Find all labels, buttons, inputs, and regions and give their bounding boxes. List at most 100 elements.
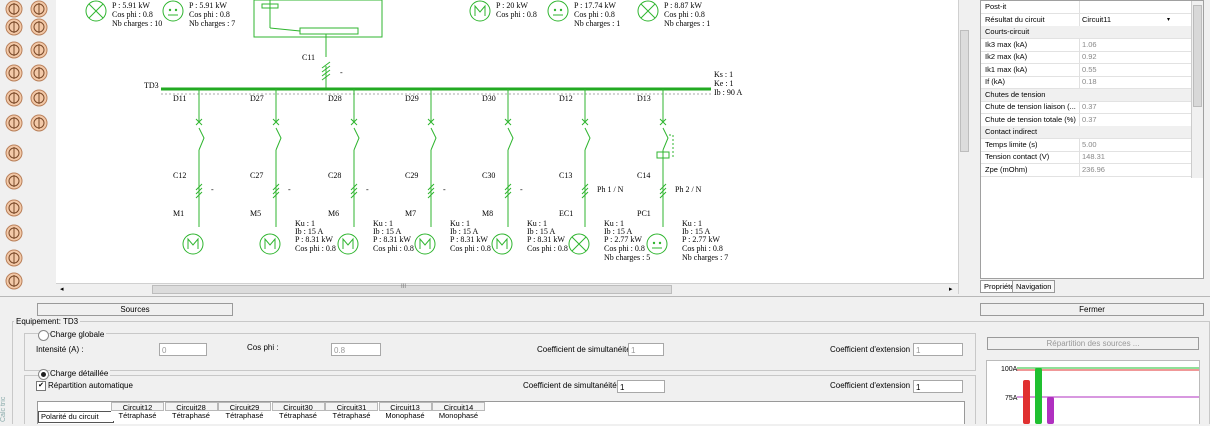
property-row[interactable]: Ik3 max (kA) 1.06 — [981, 38, 1191, 52]
top-load-1[interactable] — [162, 0, 184, 22]
table-row-header[interactable]: Polarité du circuit — [38, 411, 114, 423]
busbar-label[interactable]: TD3 — [144, 81, 159, 90]
top-load-power: P : 20 kW — [496, 1, 528, 10]
top-load-3[interactable] — [547, 0, 569, 22]
properties-scrollbar[interactable] — [1191, 1, 1203, 179]
property-row[interactable]: Zpe (mOhm) 236.96 — [981, 163, 1191, 177]
property-label: Ik2 max (kA) — [985, 52, 1028, 61]
circuit-M1[interactable]: D11 C12 - M1 — [173, 89, 214, 255]
charge-detaillee-radio[interactable] — [38, 369, 49, 380]
property-row[interactable]: Ik1 max (kA) 0.55 — [981, 63, 1191, 77]
circuit-M8[interactable]: D30C30-M8Ku : 1Ib : 15 AP : 8.31 kWCos p… — [482, 89, 568, 255]
property-row[interactable]: Tension contact (V) 148.31 — [981, 151, 1191, 164]
property-row[interactable]: Ik2 max (kA) 0.92 — [981, 51, 1191, 64]
top-load-2[interactable] — [469, 0, 491, 22]
coef-simultaneite-input-2[interactable]: 1 — [617, 380, 665, 393]
scroll-left-icon[interactable]: ◂ — [60, 285, 64, 293]
load-symbol[interactable] — [414, 233, 436, 255]
circuit-M5[interactable]: D27C27-M5Ku : 1Ib : 15 AP : 8.31 kWCos p… — [250, 89, 336, 255]
top-load-power: P : 17.74 kW — [574, 1, 616, 10]
cosphi-label: Cos phi : — [247, 343, 279, 352]
load-symbol[interactable] — [337, 233, 359, 255]
tool-button-2-0[interactable] — [5, 41, 23, 59]
property-row[interactable]: Chute de tension totale (%) 0.37 — [981, 113, 1191, 127]
load-symbol[interactable] — [491, 233, 513, 255]
repartition-sources-button[interactable]: Répartition des sources ... — [987, 337, 1199, 350]
table-header[interactable]: Circuit12 — [111, 402, 164, 412]
table-cell[interactable]: Monophasé — [378, 411, 432, 421]
tool-button-10-0[interactable] — [5, 249, 23, 267]
circuits: D11C12-M1 D27C27-M5Ku : 1Ib : 15 AP : 8.3… — [173, 89, 728, 262]
table-header[interactable]: Circuit14 — [432, 402, 485, 412]
property-separator — [1079, 38, 1080, 51]
tool-button-1-1[interactable] — [30, 18, 48, 36]
property-value[interactable]: Circuit11 — [1082, 14, 1111, 26]
coef-simultaneite-input[interactable]: 1 — [628, 343, 664, 356]
vertical-scrollbar[interactable] — [958, 0, 970, 294]
tool-button-6-0[interactable] — [5, 144, 23, 162]
tool-button-0-1[interactable] — [30, 0, 48, 18]
table-cell[interactable]: Tétraphasé — [111, 411, 164, 421]
property-row[interactable]: Chute de tension liaison (... 0.37 — [981, 101, 1191, 114]
load-symbol[interactable] — [182, 233, 204, 255]
property-row[interactable]: Temps limite (s) 5.00 — [981, 138, 1191, 152]
cosphi-input[interactable]: 0.8 — [331, 343, 381, 356]
table-header[interactable]: Circuit28 — [164, 402, 218, 412]
property-row[interactable]: Chutes de tension — [981, 88, 1191, 102]
load-symbol-circle — [182, 233, 204, 255]
circuit-M6[interactable]: D28C28-M6Ku : 1Ib : 15 AP : 8.31 kWCos p… — [328, 89, 414, 255]
tool-button-8-0[interactable] — [5, 199, 23, 217]
table-header[interactable]: Circuit13 — [378, 402, 432, 412]
top-load-4[interactable] — [637, 0, 659, 22]
table-header[interactable]: Circuit30 — [271, 402, 325, 412]
coef-extension-input[interactable]: 1 — [913, 343, 963, 356]
coef-extension-input-2[interactable]: 1 — [913, 380, 963, 393]
top-load-1-circle — [162, 0, 184, 22]
tool-button-1-0[interactable] — [5, 18, 23, 36]
properties-scroll-thumb[interactable] — [1193, 5, 1202, 107]
intensite-input[interactable]: 0 — [159, 343, 207, 356]
tool-button-5-0[interactable] — [5, 114, 23, 132]
table-cell[interactable]: Tétraphasé — [325, 411, 378, 421]
tab-navigation[interactable]: Navigation — [1012, 280, 1056, 293]
table-cell[interactable]: Monophasé — [432, 411, 485, 421]
tool-button-4-1[interactable] — [30, 89, 48, 107]
vertical-scroll-thumb[interactable] — [960, 30, 969, 152]
property-row[interactable]: If (kA) 0.18 — [981, 76, 1191, 89]
table-header[interactable]: Circuit29 — [218, 402, 271, 412]
property-row[interactable]: Résultat du circuit Circuit11 ▾ — [981, 13, 1191, 27]
table-header[interactable]: Circuit31 — [325, 402, 378, 412]
charge-globale-radio[interactable] — [38, 330, 49, 341]
property-row[interactable]: Post-it — [981, 1, 1191, 14]
tool-button-5-1[interactable] — [30, 114, 48, 132]
top-load-0[interactable] — [85, 0, 107, 22]
tool-button-9-0[interactable] — [5, 224, 23, 242]
tool-button-0-0[interactable] — [5, 0, 23, 18]
load-symbol[interactable] — [568, 233, 590, 255]
tool-button-11-0[interactable] — [5, 272, 23, 290]
property-row[interactable]: Courts-circuit — [981, 26, 1191, 39]
load-symbol[interactable] — [259, 233, 281, 255]
table-cell[interactable]: Tétraphasé — [164, 411, 218, 421]
splitter[interactable] — [0, 296, 1210, 297]
tool-button-3-0[interactable] — [5, 64, 23, 82]
sources-button[interactable]: Sources — [37, 303, 233, 316]
table-cell[interactable]: Tétraphasé — [271, 411, 325, 421]
circuit-cable-label: C14 — [637, 171, 650, 180]
tool-button-2-1[interactable] — [30, 41, 48, 59]
horizontal-scrollbar[interactable]: ◂ III ▸ — [56, 283, 958, 295]
repartition-auto-checkbox[interactable]: ✔ — [36, 381, 46, 391]
property-row[interactable]: Contact indirect — [981, 126, 1191, 139]
circuit-PC1[interactable]: D13C14Ph 2 / NPC1Ku : 1Ib : 15 AP : 2.77… — [637, 89, 728, 262]
load-symbol[interactable] — [646, 233, 668, 255]
scroll-right-icon[interactable]: ▸ — [949, 285, 953, 293]
table-cell[interactable]: Tétraphasé — [218, 411, 271, 421]
diagram-canvas[interactable]: C11 - TD3 Ks : 1 Ke : 1 Ib : 90 A P : 5.… — [56, 0, 958, 283]
dropdown-arrow-icon[interactable]: ▾ — [1167, 14, 1170, 26]
circuit-M7[interactable]: D29C29-M7Ku : 1Ib : 15 AP : 8.31 kWCos p… — [405, 89, 491, 255]
fermer-button[interactable]: Fermer — [980, 303, 1204, 316]
horizontal-scroll-thumb[interactable]: III — [152, 284, 672, 294]
tool-button-3-1[interactable] — [30, 64, 48, 82]
tool-button-7-0[interactable] — [5, 172, 23, 190]
tool-button-4-0[interactable] — [5, 89, 23, 107]
